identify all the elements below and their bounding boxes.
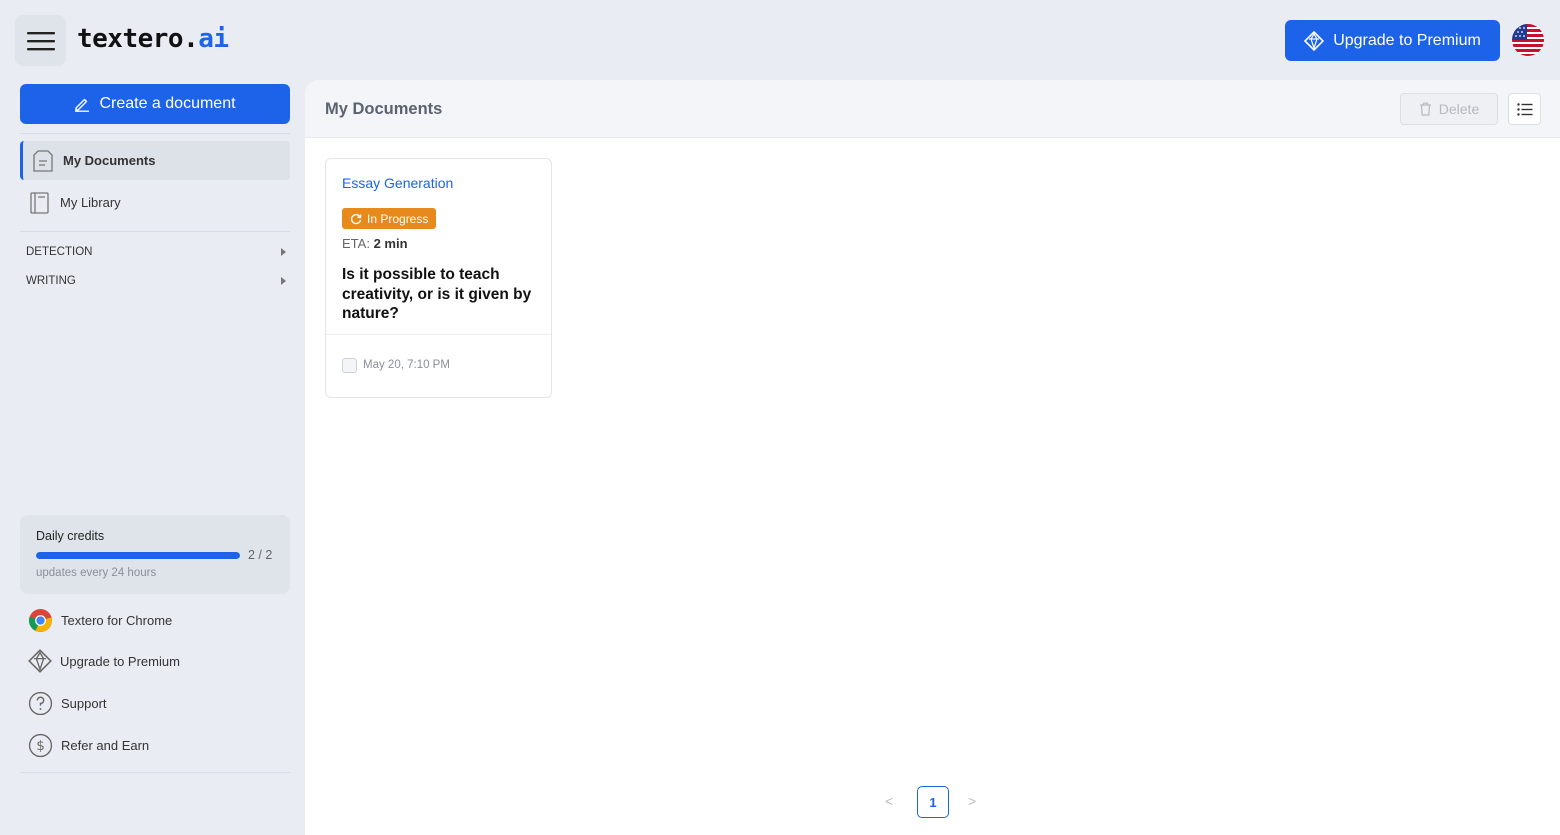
caret-right-icon xyxy=(281,277,286,285)
sidebar-divider xyxy=(20,231,290,232)
pagination-prev[interactable]: < xyxy=(885,793,893,809)
logo-accent: ai xyxy=(198,24,229,54)
documents-header: My Documents Delete xyxy=(305,80,1560,138)
svg-text:$: $ xyxy=(36,738,45,754)
diamond-icon xyxy=(28,649,52,673)
sidebar-divider xyxy=(20,772,290,773)
credits-count: 2 / 2 xyxy=(248,548,273,562)
sidebar-item-label: My Library xyxy=(60,195,121,210)
library-icon xyxy=(30,191,50,214)
hamburger-icon xyxy=(26,31,55,50)
document-title: Is it possible to teach creativity, or i… xyxy=(342,266,532,322)
bottom-item-label: Refer and Earn xyxy=(61,737,150,753)
status-label: In Progress xyxy=(367,211,429,226)
credits-progress-fill xyxy=(36,552,240,559)
credits-progress-bar xyxy=(36,552,240,559)
sidebar-divider xyxy=(20,133,290,134)
diamond-icon xyxy=(1304,30,1325,51)
daily-credits-panel: Daily credits 2 / 2 updates every 24 hou… xyxy=(20,515,290,594)
sidebar-section-writing[interactable]: WRITING xyxy=(20,269,290,293)
pagination: < 1 > xyxy=(305,784,1560,818)
refer-earn-link[interactable]: $ Refer and Earn xyxy=(28,732,149,758)
refresh-icon xyxy=(350,213,362,224)
pagination-next[interactable]: > xyxy=(968,793,976,809)
upgrade-premium-link[interactable]: Upgrade to Premium xyxy=(28,648,180,674)
section-label: WRITING xyxy=(26,275,76,287)
document-card[interactable]: Essay Generation In Progress ETA: 2 min … xyxy=(325,158,552,398)
trash-icon xyxy=(1419,102,1431,116)
us-flag-icon xyxy=(1512,24,1544,56)
create-document-button[interactable]: Create a document xyxy=(20,84,290,124)
sidebar-section-detection[interactable]: DETECTION xyxy=(20,240,290,264)
credits-subtitle: updates every 24 hours xyxy=(36,567,157,579)
pagination-page[interactable]: 1 xyxy=(917,786,949,818)
bottom-item-label: Support xyxy=(61,695,107,711)
eta-value: 2 min xyxy=(373,236,408,251)
eta-label: ETA: xyxy=(342,236,370,251)
list-icon xyxy=(1516,102,1532,116)
support-link[interactable]: Support xyxy=(28,690,107,716)
upgrade-premium-label: Upgrade to Premium xyxy=(1333,31,1481,49)
pencil-icon xyxy=(75,98,90,112)
status-badge: In Progress xyxy=(342,208,437,229)
sidebar-item-my-documents[interactable]: My Documents xyxy=(20,141,290,180)
chrome-icon xyxy=(28,608,52,632)
document-date: May 20, 7:10 PM xyxy=(363,359,450,371)
logo-text: textero. xyxy=(77,24,199,54)
caret-right-icon xyxy=(281,248,286,256)
upgrade-premium-button[interactable]: Upgrade to Premium xyxy=(1285,20,1500,61)
section-label: DETECTION xyxy=(26,246,93,258)
question-icon xyxy=(28,691,53,715)
sidebar-item-label: My Documents xyxy=(63,153,156,168)
menu-button[interactable] xyxy=(15,15,66,66)
documents-panel: My Documents Delete Essay Generation In … xyxy=(305,80,1560,835)
delete-label: Delete xyxy=(1438,101,1480,117)
logo[interactable]: textero.ai xyxy=(77,24,229,54)
bottom-item-label: Textero for Chrome xyxy=(61,612,173,628)
document-eta: ETA: 2 min xyxy=(342,236,408,251)
document-type: Essay Generation xyxy=(342,175,454,191)
page-title: My Documents xyxy=(325,100,443,118)
chrome-extension-link[interactable]: Textero for Chrome xyxy=(28,607,172,633)
create-document-label: Create a document xyxy=(99,95,236,112)
document-icon xyxy=(33,149,53,172)
dollar-icon: $ xyxy=(28,733,53,757)
language-selector[interactable] xyxy=(1512,24,1544,56)
document-select-checkbox[interactable] xyxy=(342,358,357,373)
bottom-item-label: Upgrade to Premium xyxy=(60,653,180,669)
list-view-button[interactable] xyxy=(1508,93,1541,125)
card-divider xyxy=(326,334,551,335)
sidebar-item-my-library[interactable]: My Library xyxy=(20,183,290,222)
credits-title: Daily credits xyxy=(36,529,105,543)
delete-button[interactable]: Delete xyxy=(1400,93,1498,125)
